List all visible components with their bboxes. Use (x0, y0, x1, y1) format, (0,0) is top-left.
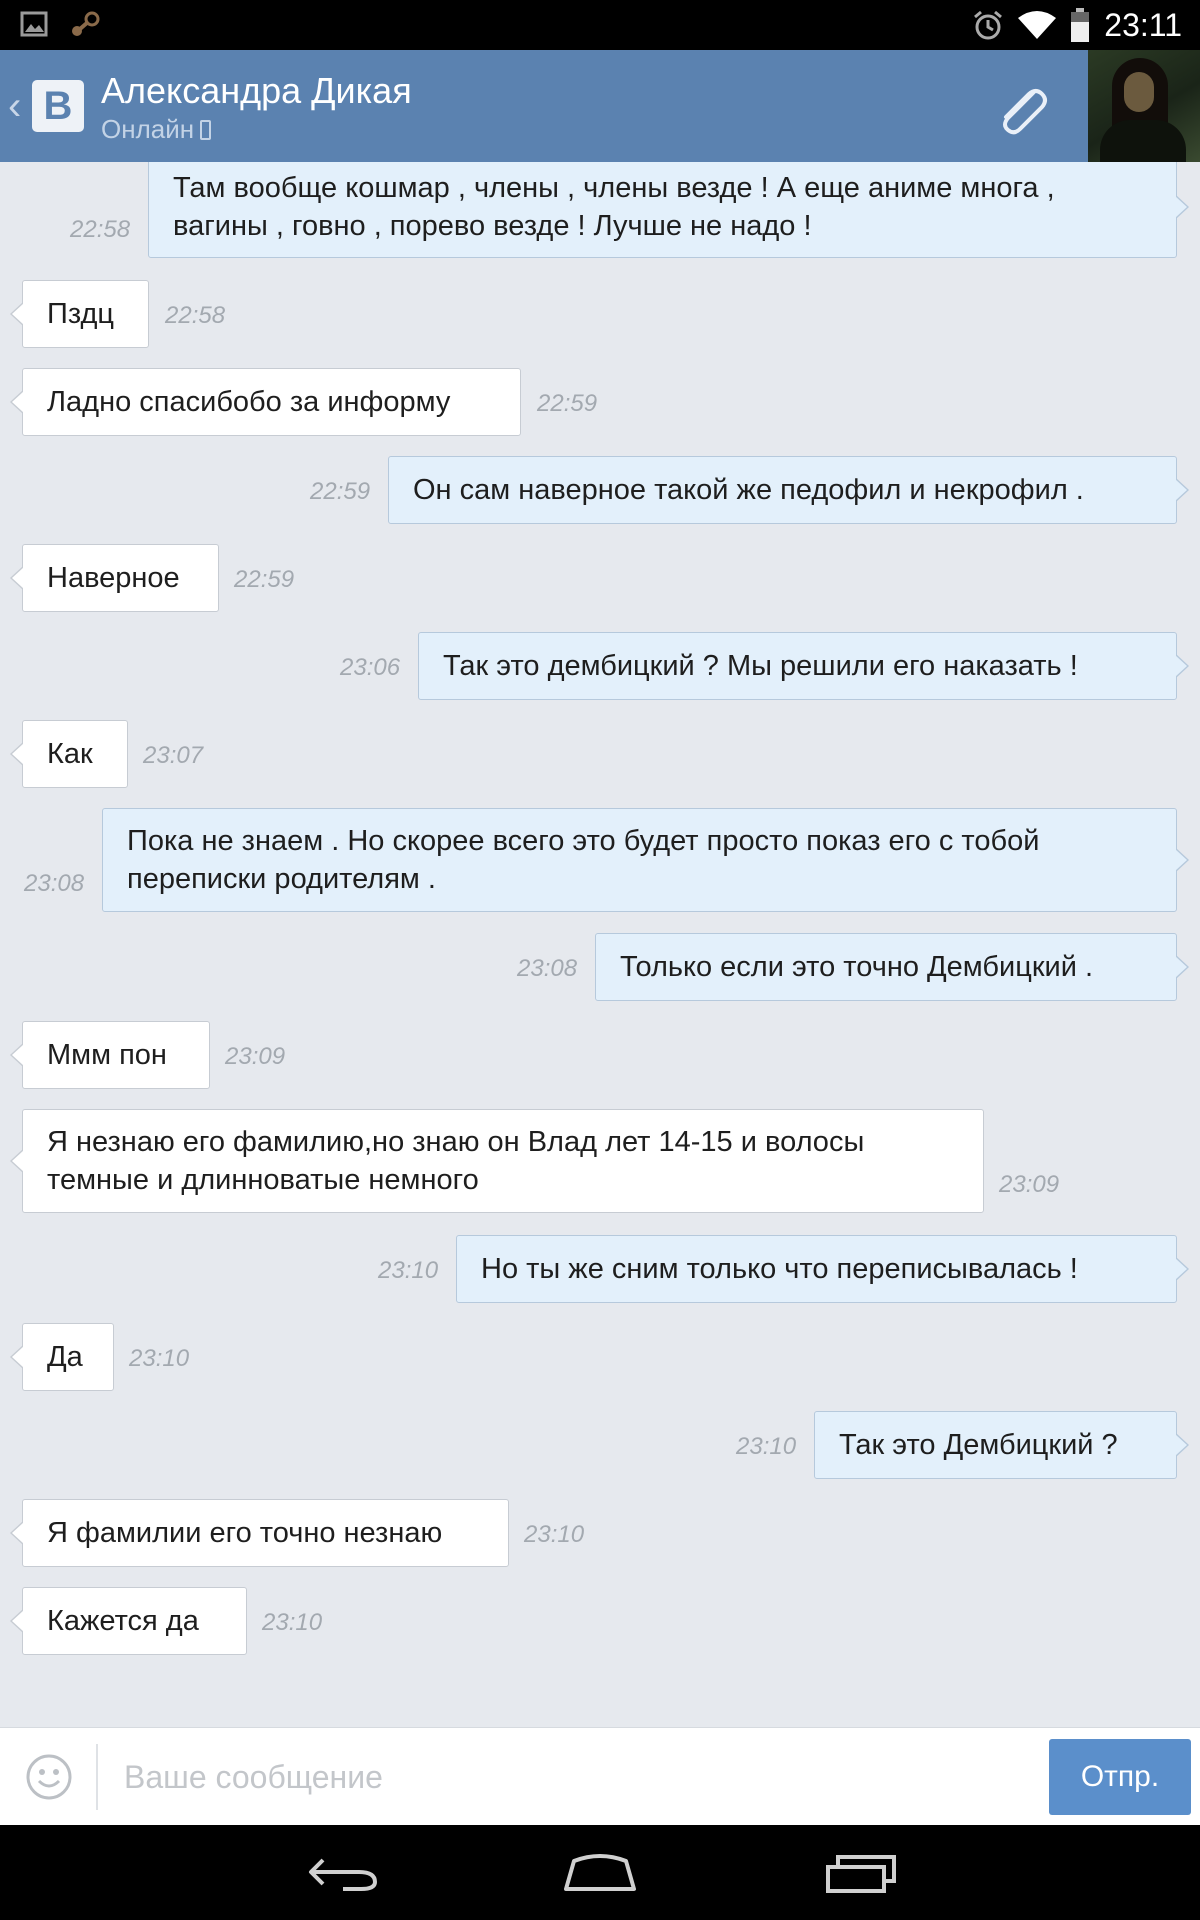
contact-avatar[interactable] (1088, 50, 1200, 162)
message-text-line: вагины , говно , порево везде ! Лучше не… (173, 210, 812, 242)
message-time: 23:08 (24, 870, 85, 897)
back-icon[interactable] (303, 1847, 383, 1897)
message-bubble-in[interactable]: Пздц (10, 280, 149, 348)
send-button[interactable]: Отпр. (1049, 1739, 1191, 1815)
message-text-line: Пока не знаем . Но скорее всего это буде… (127, 825, 1040, 857)
message-time: 23:10 (736, 1433, 797, 1460)
message-text-line: Я фамилии его точно незнаю (47, 1517, 443, 1549)
message-bubble-in[interactable]: Кажется да (10, 1587, 247, 1655)
steam-icon (72, 11, 100, 36)
message-text-line: переписки родителям . (127, 863, 436, 895)
message-text-line: Только если это точно Дембицкий . (620, 951, 1094, 983)
message-time: 23:09 (999, 1171, 1060, 1198)
message-bubble-out[interactable]: Он сам наверное такой же педофил и некро… (388, 456, 1189, 524)
message-bubble-out[interactable]: Но ты же сним только что переписывалась … (456, 1235, 1189, 1303)
battery-icon (1071, 8, 1090, 42)
message-time: 22:58 (165, 302, 226, 329)
message-composer: Отпр. (0, 1727, 1200, 1825)
avatar-face (1124, 72, 1154, 112)
status-bar: 23:11 (0, 0, 1200, 50)
message-text-line: Ммм пон (47, 1039, 167, 1071)
message-text-line: Да (47, 1341, 83, 1373)
chat-header: ‹ B Александра Дикая Онлайн (0, 50, 1200, 162)
message-time: 23:07 (143, 742, 204, 769)
message-text-line: Как (47, 738, 93, 770)
message-time: 22:59 (537, 390, 598, 417)
message-time: 23:10 (129, 1345, 190, 1372)
online-status: Онлайн (101, 114, 212, 145)
message-text-line: Ладно спасибобо за информу (47, 386, 451, 418)
message-time: 23:06 (340, 654, 401, 681)
message-time: 22:59 (310, 478, 371, 505)
message-input[interactable] (124, 1748, 1024, 1806)
message-time: 23:10 (378, 1257, 439, 1284)
message-text-line: Наверное (47, 562, 180, 594)
message-bubble-out[interactable]: Так это Дембицкий ? (814, 1411, 1189, 1479)
message-text-line: Так это Дембицкий ? (839, 1429, 1118, 1461)
message-text-line: Так это дембицкий ? Мы решили его наказа… (443, 650, 1078, 682)
message-text-line: Пздц (47, 298, 115, 330)
message-time: 23:10 (262, 1609, 323, 1636)
wifi-icon (1018, 11, 1057, 39)
message-time: 23:09 (225, 1043, 286, 1070)
message-bubble-in[interactable]: Ладно спасибобо за информу (10, 368, 521, 436)
composer-divider (96, 1744, 98, 1810)
message-bubble-in[interactable]: Я незнаю его фамилию,но знаю он Влад лет… (10, 1109, 984, 1213)
emoji-smile-icon[interactable] (26, 1754, 72, 1800)
message-bubble-out[interactable]: Так это дембицкий ? Мы решили его наказа… (418, 632, 1189, 700)
message-bubble-in[interactable]: Да (10, 1323, 114, 1391)
message-text-line: Кажется да (47, 1605, 199, 1637)
message-bubble-out[interactable]: Пока не знаем . Но скорее всего это буде… (102, 808, 1189, 912)
message-text-line: Я незнаю его фамилию,но знаю он Влад лет… (47, 1126, 865, 1158)
back-chevron-icon[interactable]: ‹ (8, 86, 21, 126)
alarm-icon (974, 10, 1003, 40)
message-time: 22:58 (70, 216, 131, 243)
message-list[interactable]: Там вообще кошмар , члены , члены везде … (0, 162, 1200, 1727)
paperclip-attach-icon[interactable] (990, 78, 1054, 142)
message-text-line: Он сам наверное такой же педофил и некро… (413, 474, 1084, 506)
message-bubble-out[interactable]: Там вообще кошмар , члены , члены везде … (148, 162, 1189, 258)
avatar-body (1100, 120, 1186, 162)
message-bubble-in[interactable]: Ммм пон (10, 1021, 210, 1089)
online-status-label: Онлайн (101, 114, 195, 144)
image-icon (20, 11, 48, 37)
system-nav-bar (0, 1825, 1200, 1920)
message-time: 22:59 (234, 566, 295, 593)
message-bubble-in[interactable]: Как (10, 720, 128, 788)
recent-apps-icon[interactable] (820, 1847, 900, 1897)
message-bubble-out[interactable]: Только если это точно Дембицкий . (595, 933, 1189, 1001)
message-bubble-in[interactable]: Я фамилии его точно незнаю (10, 1499, 509, 1567)
mobile-phone-icon (200, 119, 212, 140)
message-time: 23:08 (517, 955, 578, 982)
message-text-line: Там вообще кошмар , члены , члены везде … (173, 172, 1055, 204)
message-time: 23:10 (524, 1521, 585, 1548)
contact-name: Александра Дикая (101, 70, 412, 111)
message-text-line: темные и длинноватые немного (47, 1164, 479, 1196)
home-icon[interactable] (560, 1847, 640, 1897)
message-bubble-in[interactable]: Наверное (10, 544, 219, 612)
vk-logo[interactable]: B (32, 80, 84, 132)
message-text-line: Но ты же сним только что переписывалась … (481, 1253, 1078, 1285)
clock: 23:11 (1104, 7, 1182, 43)
